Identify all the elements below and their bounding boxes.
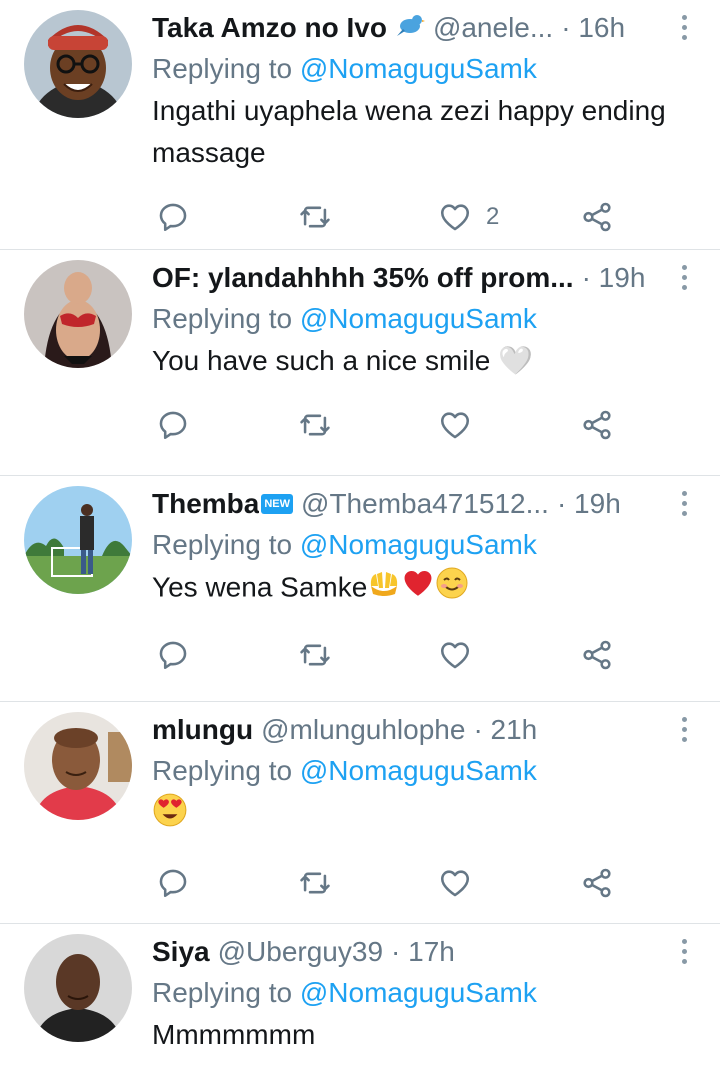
more-options-icon[interactable] <box>676 934 692 968</box>
timestamp[interactable]: · 17h <box>391 935 455 969</box>
tweet-text-line: massage <box>152 137 266 168</box>
mention-link[interactable]: @NomaguguSamk <box>300 977 537 1008</box>
more-options-icon[interactable] <box>676 260 692 294</box>
like-button[interactable]: 2 <box>438 200 580 234</box>
mention-link[interactable]: @NomaguguSamk <box>300 303 537 334</box>
share-button[interactable] <box>580 866 614 900</box>
display-name[interactable]: mlungu <box>152 713 253 747</box>
timestamp[interactable]: · 16h <box>561 11 625 45</box>
avatar[interactable] <box>24 486 132 594</box>
reply-icon <box>159 641 187 670</box>
replying-to-label: Replying to <box>152 977 293 1008</box>
tweet-item[interactable]: OF: ylandahhhh 35% off prom... · 19h Rep… <box>0 250 720 476</box>
smiling-face-emoji-icon <box>435 566 469 612</box>
like-count: 2 <box>486 203 500 230</box>
reply-icon <box>159 203 187 232</box>
tweet-text-body: Yes wena Samke <box>152 571 368 603</box>
share-button[interactable] <box>580 638 614 672</box>
retweet-button[interactable] <box>298 408 438 442</box>
tweet-text: Mmmmmmm <box>152 1019 316 1050</box>
tweet-text: You have such a nice smile 🤍 <box>152 345 533 376</box>
tweet-item[interactable]: Themba NEW @Themba471512... · 19h Replyi… <box>0 476 720 702</box>
share-button[interactable] <box>580 200 614 234</box>
retweet-button[interactable] <box>298 200 438 234</box>
share-icon <box>583 868 611 898</box>
reply-button[interactable] <box>156 408 298 442</box>
tweet-text <box>152 792 702 840</box>
reply-icon <box>159 869 187 898</box>
user-handle[interactable]: @mlunguhlophe <box>261 713 465 747</box>
more-options-icon[interactable] <box>676 486 692 520</box>
retweet-button[interactable] <box>298 866 438 900</box>
retweet-icon <box>300 414 330 436</box>
user-handle[interactable]: @Themba471512... <box>301 487 549 521</box>
timestamp[interactable]: · 19h <box>582 261 646 295</box>
retweet-icon <box>300 644 330 666</box>
share-icon <box>583 202 611 232</box>
new-badge-icon: NEW <box>261 494 294 514</box>
retweet-icon <box>300 872 330 894</box>
heart-icon <box>440 204 470 231</box>
more-options-icon[interactable] <box>676 10 692 44</box>
replying-to: Replying to @NomaguguSamk <box>152 302 702 336</box>
display-name[interactable]: OF: ylandahhhh 35% off prom... <box>152 261 574 295</box>
replying-to-label: Replying to <box>152 303 293 334</box>
like-button[interactable] <box>438 638 580 672</box>
red-heart-emoji-icon <box>401 566 435 612</box>
retweet-icon <box>300 206 330 228</box>
heart-icon <box>440 412 470 439</box>
replying-to: Replying to @NomaguguSamk <box>152 754 702 788</box>
heart-eyes-emoji-icon <box>152 792 188 840</box>
replying-to-label: Replying to <box>152 529 293 560</box>
tweet-actions: 2 <box>152 174 702 260</box>
avatar[interactable] <box>24 712 132 820</box>
heart-icon <box>440 870 470 897</box>
mention-link[interactable]: @NomaguguSamk <box>300 529 537 560</box>
display-name[interactable]: Taka Amzo no Ivo <box>152 11 387 45</box>
user-handle[interactable]: @Uberguy39 <box>218 935 383 969</box>
mention-link[interactable]: @NomaguguSamk <box>300 755 537 786</box>
share-icon <box>583 410 611 440</box>
avatar[interactable] <box>24 260 132 368</box>
palms-up-emoji-icon <box>367 566 401 612</box>
replying-to-label: Replying to <box>152 755 293 786</box>
replying-to: Replying to @NomaguguSamk <box>152 52 702 86</box>
tweet-item[interactable]: Taka Amzo no Ivo @anele... · 16h Replyin… <box>0 0 720 250</box>
avatar[interactable] <box>24 10 132 118</box>
share-button[interactable] <box>580 408 614 442</box>
reply-button[interactable] <box>156 200 298 234</box>
replying-to: Replying to @NomaguguSamk <box>152 976 702 1010</box>
tweet-actions <box>152 840 702 926</box>
heart-icon <box>440 642 470 669</box>
tweet-text: Yes wena Samke <box>152 566 702 612</box>
reply-icon <box>159 411 187 440</box>
tweet-actions <box>152 612 702 698</box>
timestamp[interactable]: · 21h <box>473 713 537 747</box>
more-options-icon[interactable] <box>676 712 692 746</box>
tweet-item[interactable]: Siya @Uberguy39 · 17h Replying to @Nomag… <box>0 924 720 1071</box>
retweet-button[interactable] <box>298 638 438 672</box>
replying-to-label: Replying to <box>152 53 293 84</box>
tweet-text-line: Ingathi uyaphela wena zezi happy ending <box>152 95 666 126</box>
user-handle[interactable]: @anele... <box>433 11 553 45</box>
tweet-item[interactable]: mlungu @mlunguhlophe · 21h Replying to @… <box>0 702 720 924</box>
replying-to: Replying to @NomaguguSamk <box>152 528 702 562</box>
display-name[interactable]: Themba <box>152 487 259 521</box>
reply-button[interactable] <box>156 638 298 672</box>
tweet-text: Ingathi uyaphela wena zezi happy ending … <box>152 90 702 174</box>
reply-button[interactable] <box>156 866 298 900</box>
avatar[interactable] <box>24 934 132 1042</box>
reply-feed: Taka Amzo no Ivo @anele... · 16h Replyin… <box>0 0 720 1071</box>
display-name[interactable]: Siya <box>152 935 210 969</box>
tweet-actions <box>152 382 702 468</box>
share-icon <box>583 640 611 670</box>
like-button[interactable] <box>438 866 580 900</box>
like-button[interactable] <box>438 408 580 442</box>
mention-link[interactable]: @NomaguguSamk <box>300 53 537 84</box>
bird-emoji-icon <box>395 9 425 47</box>
timestamp[interactable]: · 19h <box>557 487 621 521</box>
